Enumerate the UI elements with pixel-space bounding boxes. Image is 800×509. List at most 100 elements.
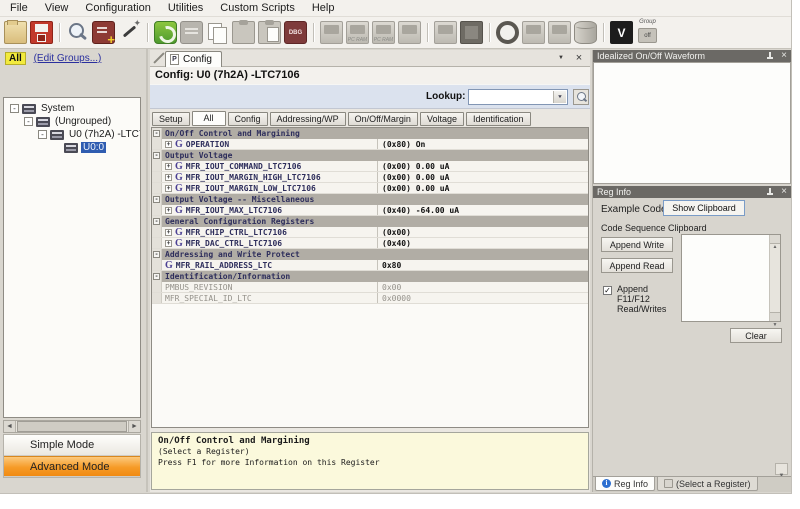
table-row[interactable]: On/Off Control and Margining bbox=[152, 128, 588, 139]
register-value[interactable]: (0x40) -64.00 uA bbox=[377, 205, 588, 215]
scroll-up-arrow[interactable] bbox=[770, 235, 780, 244]
save-icon[interactable] bbox=[30, 21, 53, 44]
code-clipboard-textarea[interactable] bbox=[681, 234, 781, 322]
register-value[interactable]: (0x00) bbox=[377, 227, 588, 237]
clipboard-icon[interactable] bbox=[232, 21, 255, 44]
scroll-right-arrow[interactable]: ► bbox=[128, 421, 140, 432]
expand-icon[interactable] bbox=[165, 174, 172, 181]
separator[interactable] bbox=[424, 21, 431, 44]
collapse-icon[interactable] bbox=[153, 218, 160, 225]
table-row[interactable]: MFR_RAIL_ADDRESS_LTC 0x80 bbox=[152, 260, 588, 271]
pane-scroll-down-button[interactable] bbox=[775, 463, 788, 475]
pc-to-ram-icon[interactable]: PC RAM bbox=[346, 21, 369, 44]
table-row[interactable]: Output Voltage bbox=[152, 150, 588, 161]
ram-b-icon[interactable] bbox=[548, 21, 571, 44]
close-icon[interactable] bbox=[779, 51, 789, 61]
register-value[interactable]: (0x00) 0.00 uA bbox=[377, 183, 588, 193]
zoom-icon[interactable] bbox=[66, 21, 89, 44]
lookup-input[interactable] bbox=[468, 89, 568, 105]
menu-item[interactable]: Custom Scripts bbox=[220, 2, 295, 14]
register-value[interactable]: (0x00) 0.00 uA bbox=[377, 172, 588, 182]
tree-expander-icon[interactable] bbox=[24, 117, 33, 126]
collapse-icon[interactable] bbox=[153, 251, 160, 258]
mode-button[interactable]: Simple Mode bbox=[4, 435, 140, 456]
waveform-pane-titlebar[interactable]: Idealized On/Off Waveform bbox=[593, 50, 791, 62]
table-row[interactable]: PMBUS_REVISION 0x00 bbox=[152, 282, 588, 293]
nvm-icon[interactable] bbox=[574, 21, 597, 44]
cfg-icon[interactable] bbox=[460, 21, 483, 44]
dock-tab[interactable]: (Select a Register) bbox=[657, 477, 758, 491]
separator[interactable] bbox=[486, 21, 493, 44]
menu-item[interactable]: Configuration bbox=[85, 2, 150, 14]
program-icon[interactable] bbox=[154, 21, 177, 44]
register-tab[interactable]: Identification bbox=[466, 112, 531, 126]
register-tab[interactable]: Config bbox=[228, 112, 268, 126]
register-value[interactable]: 0x80 bbox=[377, 260, 588, 270]
menu-item[interactable]: Utilities bbox=[168, 2, 203, 14]
menu-item[interactable]: Help bbox=[312, 2, 335, 14]
paste-icon[interactable] bbox=[258, 21, 281, 44]
tree-item[interactable]: U0 (7h2A) -LTC7 bbox=[4, 128, 140, 141]
clock-run-icon[interactable] bbox=[320, 21, 343, 44]
expand-icon[interactable] bbox=[165, 240, 172, 247]
register-tab[interactable]: On/Off/Margin bbox=[348, 112, 418, 126]
table-row[interactable]: MFR_IOUT_MARGIN_LOW_LTC7106 (0x00) 0.00 … bbox=[152, 183, 588, 194]
table-row[interactable]: MFR_IOUT_MAX_LTC7106 (0x40) -64.00 uA bbox=[152, 205, 588, 216]
clear-button[interactable]: Clear bbox=[730, 328, 782, 343]
register-tab[interactable]: All bbox=[192, 111, 226, 126]
pin-icon[interactable] bbox=[765, 187, 775, 197]
register-value[interactable]: (0x40) bbox=[377, 238, 588, 248]
separator[interactable] bbox=[56, 21, 63, 44]
chevron-down-icon[interactable] bbox=[553, 91, 566, 103]
table-row[interactable]: Output Voltage -- Miscellaneous bbox=[152, 194, 588, 205]
table-row[interactable]: MFR_DAC_CTRL_LTC7106 (0x40) bbox=[152, 238, 588, 249]
group-onoff-icon[interactable]: Groupoff bbox=[636, 21, 659, 44]
expand-icon[interactable] bbox=[165, 163, 172, 170]
table-row[interactable]: MFR_IOUT_COMMAND_LTC7106 (0x00) 0.00 uA bbox=[152, 161, 588, 172]
register-value[interactable]: 0x00 bbox=[377, 282, 588, 292]
dock-tab[interactable]: Reg Info bbox=[595, 477, 655, 491]
edit-groups-link[interactable]: (Edit Groups...) bbox=[34, 53, 102, 64]
reginfo-pane-titlebar[interactable]: Reg Info bbox=[593, 186, 791, 198]
separator[interactable] bbox=[310, 21, 317, 44]
collapse-icon[interactable] bbox=[153, 196, 160, 203]
expand-icon[interactable] bbox=[165, 207, 172, 214]
pin-icon[interactable] bbox=[765, 51, 775, 61]
append-f11-checkbox[interactable] bbox=[603, 286, 612, 295]
doc-close-icon[interactable] bbox=[573, 52, 585, 64]
collapse-icon[interactable] bbox=[153, 130, 160, 137]
table-row[interactable]: MFR_SPECIAL_ID_LTC 0x0000 bbox=[152, 293, 588, 304]
doc-list-dropdown-icon[interactable] bbox=[555, 52, 567, 64]
osc-icon[interactable] bbox=[496, 21, 519, 44]
append-read-button[interactable]: Append Read bbox=[601, 258, 673, 273]
table-row[interactable]: General Configuration Registers bbox=[152, 216, 588, 227]
separator[interactable] bbox=[144, 21, 151, 44]
wizard-icon[interactable] bbox=[118, 21, 141, 44]
table-row[interactable]: MFR_CHIP_CTRL_LTC7106 (0x00) bbox=[152, 227, 588, 238]
tree-horizontal-scrollbar[interactable]: ◄ ► bbox=[3, 420, 141, 433]
open-file-icon[interactable] bbox=[4, 21, 27, 44]
table-row[interactable]: OPERATION (0x80) On bbox=[152, 139, 588, 150]
menu-item[interactable]: File bbox=[10, 2, 28, 14]
scroll-left-arrow[interactable]: ◄ bbox=[4, 421, 16, 432]
register-tab[interactable]: Setup bbox=[152, 112, 190, 126]
tree-item[interactable]: U0:0 bbox=[4, 141, 140, 154]
debug-icon[interactable]: DBG bbox=[284, 21, 307, 44]
power-stage-icon[interactable] bbox=[398, 21, 421, 44]
textarea-scrollbar[interactable] bbox=[769, 235, 780, 321]
tree-expander-icon[interactable] bbox=[10, 104, 19, 113]
collapse-icon[interactable] bbox=[153, 152, 160, 159]
tree-expander-icon[interactable] bbox=[38, 130, 47, 139]
config-document-tab[interactable]: P Config bbox=[165, 51, 222, 67]
menu-item[interactable]: View bbox=[45, 2, 69, 14]
expand-icon[interactable] bbox=[165, 229, 172, 236]
register-tab[interactable]: Addressing/WP bbox=[270, 112, 346, 126]
search-button[interactable] bbox=[573, 89, 589, 105]
expand-icon[interactable] bbox=[165, 185, 172, 192]
register-value[interactable]: 0x0000 bbox=[377, 293, 588, 303]
filter-all-badge[interactable]: All bbox=[5, 52, 26, 65]
scroll-down-arrow[interactable] bbox=[770, 312, 780, 321]
chip-icon[interactable] bbox=[434, 21, 457, 44]
register-tab[interactable]: Voltage bbox=[420, 112, 464, 126]
mode-button[interactable]: Advanced Mode bbox=[4, 456, 140, 477]
